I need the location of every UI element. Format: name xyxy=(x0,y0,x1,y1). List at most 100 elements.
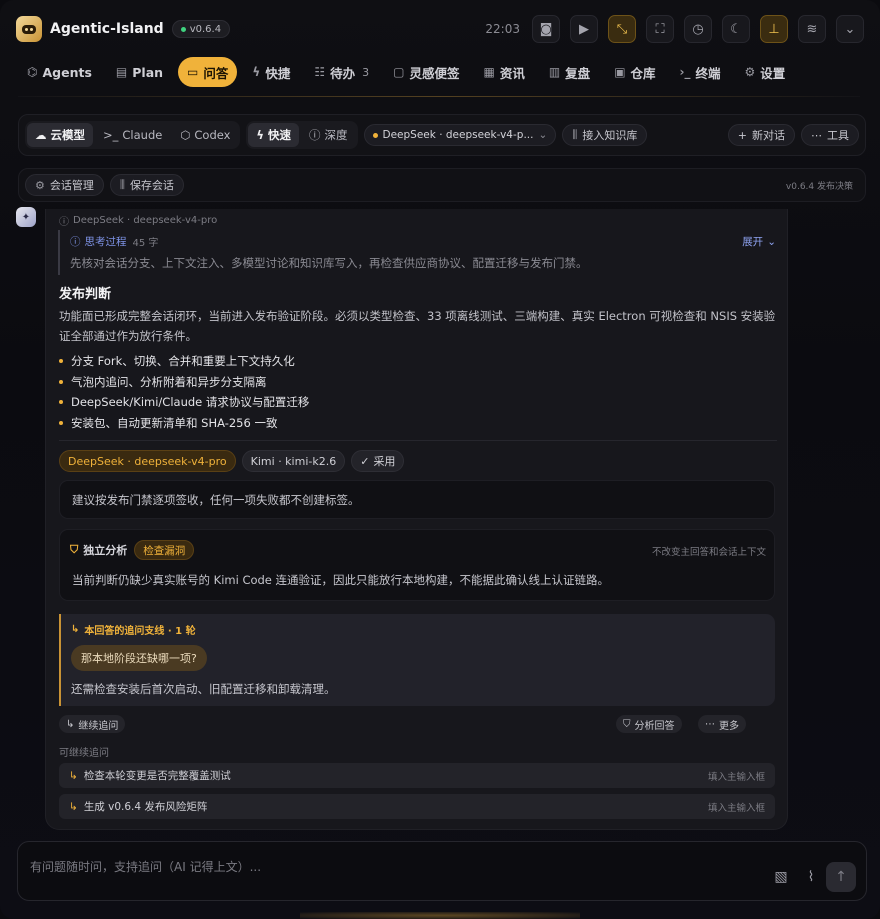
video-icon: ▶ xyxy=(579,21,589,37)
list-item: 气泡内追问、分析附着和异步分支隔离 xyxy=(59,372,777,393)
terminal-icon: ›_ xyxy=(679,65,691,79)
model-tag-deepseek[interactable]: DeepSeek · deepseek-v4-pro xyxy=(59,450,236,472)
theme-button[interactable]: ☾ xyxy=(722,15,750,43)
note-icon: ▢ xyxy=(393,65,405,79)
model-select[interactable]: DeepSeek · deepseek-v4-p... ⌄ xyxy=(363,124,557,146)
session-manage-button[interactable]: ⚙ 会话管理 xyxy=(25,174,104,196)
app-title: Agentic-Island xyxy=(50,21,164,37)
app-logo-icon xyxy=(16,16,42,42)
save-session-button[interactable]: ⫼ 保存会话 xyxy=(109,174,184,196)
message-source: ⓘ DeepSeek · deepseek-v4-pro xyxy=(59,215,218,228)
info-icon: ⓘ xyxy=(59,217,69,228)
chevron-down-icon: ⌄ xyxy=(538,129,548,141)
nav-item-review[interactable]: ▥ 复盘 xyxy=(540,57,599,87)
thread-title: 本回答的追问支线 · 1 轮 xyxy=(84,626,196,637)
info-icon: ⓘ xyxy=(70,236,81,248)
answer-paragraph: 功能面已形成完整会话闭环，当前进入发布验证阶段。必须以类型检查、33 项离线测试… xyxy=(59,309,776,343)
nav-divider xyxy=(18,96,860,97)
bottom-glow xyxy=(300,912,580,919)
continue-followup-button[interactable]: ↳ 继续追问 xyxy=(59,715,126,733)
record-button[interactable]: ▶ xyxy=(570,15,598,43)
timer-icon: ◷ xyxy=(692,21,704,37)
nav-item-terminal[interactable]: ›_ 终端 xyxy=(671,57,730,87)
analyze-answer-button[interactable]: ⛉ 分析回答 xyxy=(616,715,682,733)
chat-toolbar: ☁ 云模型 >_ Claude ⬡ Codex ϟ 快速 ⓘ 深度 DeepSeek · … xyxy=(18,114,866,156)
ellipsis-icon: ⋯ xyxy=(705,718,715,730)
nav-item-quick[interactable]: ϟ 快捷 xyxy=(243,57,299,87)
terminal-icon: >_ xyxy=(103,128,119,142)
analysis-text: 当前判断仍缺少真实账号的 Kimi Code 连通验证，因此只能放行本地构建，不… xyxy=(72,573,610,587)
nav-item-notes[interactable]: ▢ 灵感便签 xyxy=(384,57,468,87)
nav-item-repo[interactable]: ▣ 仓库 xyxy=(605,57,664,87)
thinking-text: 先核对会话分支、上下文注入、多模型讨论和知识库写入，再检查供应商协议、配置迁移与… xyxy=(70,256,588,270)
collapse-icon: ⤡ xyxy=(616,21,628,37)
title-bar: Agentic-Island v0.6.4 22:03 ◙ ▶ ⤡ ⛶ ◷ ☾ … xyxy=(0,0,880,58)
collapse-button[interactable]: ⤡ xyxy=(608,15,636,43)
robot-icon: ✦ xyxy=(21,211,31,223)
send-button[interactable]: ↑ xyxy=(826,862,856,892)
expand-icon: ⛶ xyxy=(655,21,665,37)
model-tag-kimi[interactable]: Kimi · kimi-k2.6 xyxy=(241,450,346,472)
more-button[interactable]: ⋯ 更多 xyxy=(698,715,746,733)
waves-button[interactable]: ≋ xyxy=(798,15,826,43)
camera-button[interactable]: ◙ xyxy=(532,15,560,43)
provider-codex[interactable]: ⬡ Codex xyxy=(172,123,238,147)
chevron-down-icon: ⌄ xyxy=(767,235,776,248)
gear-icon: ⚙ xyxy=(35,178,45,192)
pin-button[interactable]: ⊥ xyxy=(760,15,788,43)
nav-item-todo[interactable]: ☷ 待办 3 xyxy=(305,57,378,87)
followup-thread: ↳ 本回答的追问支线 · 1 轮 那本地阶段还缺哪一项? 还需检查安装后首次启动、… xyxy=(59,614,775,706)
provider-cloud[interactable]: ☁ 云模型 xyxy=(27,123,93,147)
chat-input-box[interactable]: 有问题随时问，支持追问（AI 记得上文）... ▧ ⌇ ↑ xyxy=(17,841,867,901)
dropdown-button[interactable]: ⌄ xyxy=(836,15,864,43)
reply-arrow-icon: ↳ xyxy=(69,800,78,813)
suggestion-item[interactable]: ↳ 检查本轮变更是否完整覆盖测试 填入主输入框 xyxy=(59,763,775,788)
thinking-block: ⓘ 思考过程 45 字 展开 ⌄ 先核对会话分支、上下文注入、多模型讨论和知识库写入，… xyxy=(58,230,776,275)
reply-arrow-icon: ↳ xyxy=(66,718,75,730)
tools-button[interactable]: ⋯ 工具 xyxy=(801,124,859,146)
nav-item-news[interactable]: ▦ 资讯 xyxy=(474,57,533,87)
knowledge-base-button[interactable]: ⫼ 接入知识库 xyxy=(562,124,648,146)
thread-answer: 还需检查安装后首次启动、旧配置迁移和卸载清理。 xyxy=(71,682,336,696)
timer-button[interactable]: ◷ xyxy=(684,15,712,43)
image-upload-button[interactable]: ▧ xyxy=(770,866,792,888)
news-icon: ▦ xyxy=(483,65,495,79)
bolt-icon: ϟ xyxy=(252,65,261,79)
thinking-title: 思考过程 xyxy=(84,236,127,248)
paperclip-icon: ⌇ xyxy=(807,869,815,885)
nav-item-qa[interactable]: ▭ 问答 xyxy=(178,57,238,87)
provider-claude[interactable]: >_ Claude xyxy=(95,123,170,147)
model-label: DeepSeek · deepseek-v4-p... xyxy=(382,129,534,141)
analysis-card: ⛉ 独立分析 检查漏洞 不改变主回答和会话上下文 当前判断仍缺少真实账号的 Ki… xyxy=(59,529,775,601)
analysis-title: 独立分析 xyxy=(83,544,128,557)
suggestion-item[interactable]: ↳ 生成 v0.6.4 发布风险矩阵 填入主输入框 xyxy=(59,794,775,819)
attach-button[interactable]: ⌇ xyxy=(800,866,822,888)
info-icon: ⓘ xyxy=(309,128,321,142)
nav-item-plan[interactable]: ▤ Plan xyxy=(107,57,172,87)
divider xyxy=(59,440,777,441)
analysis-badge: 检查漏洞 xyxy=(134,540,195,560)
list-item: DeepSeek/Kimi/Claude 请求协议与配置迁移 xyxy=(59,392,777,413)
agents-icon: ⌬ xyxy=(27,65,38,79)
suggestions-label: 可继续追问 xyxy=(59,748,109,759)
nav-item-settings[interactable]: ⚙ 设置 xyxy=(736,57,795,87)
arrow-up-icon: ↑ xyxy=(835,869,847,885)
mode-fast[interactable]: ϟ 快速 xyxy=(248,123,300,147)
thinking-expand-toggle[interactable]: 展开 ⌄ xyxy=(742,234,776,249)
adopt-button[interactable]: ✓ 采用 xyxy=(351,450,405,472)
message-actions: ↳ 继续追问 ⛉ 分析回答 ⋯ 更多 xyxy=(59,715,775,733)
check-icon: ✓ xyxy=(360,454,370,468)
new-chat-button[interactable]: + 新对话 xyxy=(727,124,795,146)
moon-icon: ☾ xyxy=(730,21,742,37)
thread-question: 那本地阶段还缺哪一项? xyxy=(71,645,207,671)
shield-icon: ⛉ xyxy=(70,543,79,556)
mode-deep[interactable]: ⓘ 深度 xyxy=(301,123,356,147)
image-icon: ▧ xyxy=(774,869,788,885)
model-dot-icon xyxy=(372,132,378,138)
chat-input[interactable]: 有问题随时问，支持追问（AI 记得上文）... xyxy=(30,858,261,875)
chevron-down-icon: ⌄ xyxy=(844,21,856,37)
nav-item-agents[interactable]: ⌬ Agents xyxy=(18,57,101,87)
camera-icon: ◙ xyxy=(539,21,553,37)
fullscreen-button[interactable]: ⛶ xyxy=(646,15,674,43)
list-item: 安装包、自动更新清单和 SHA-256 一致 xyxy=(59,413,777,434)
